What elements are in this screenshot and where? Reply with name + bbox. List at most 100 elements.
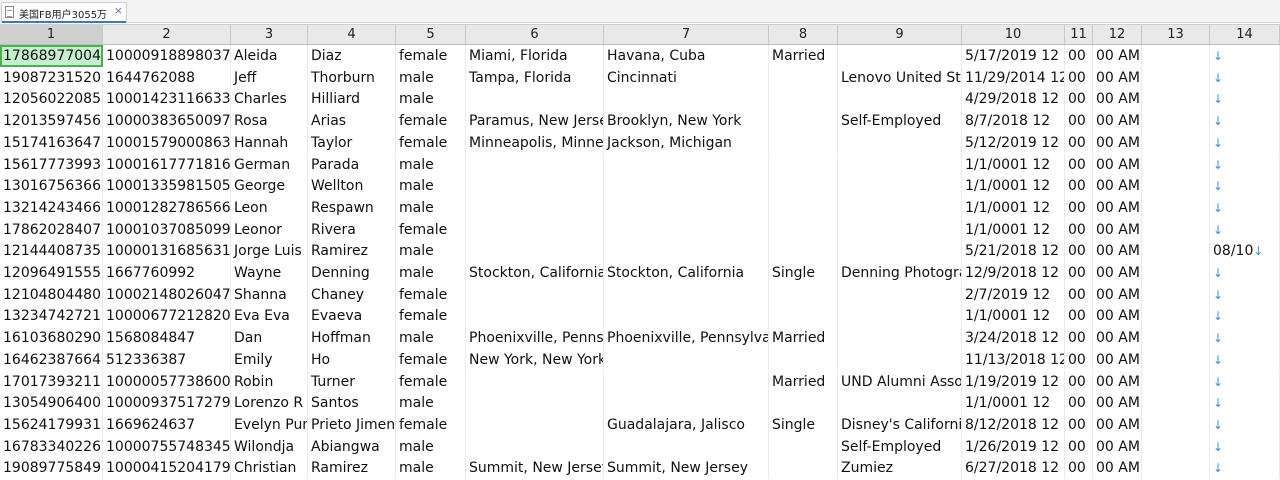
table-cell[interactable]: Dan (231, 327, 308, 349)
table-cell[interactable]: 00 (1065, 348, 1093, 371)
table-cell[interactable] (838, 305, 962, 328)
table-cell[interactable]: 2/7/2019 12 (962, 283, 1065, 306)
table-cell[interactable]: Jorge Luis (231, 240, 308, 262)
table-cell[interactable]: 00 (1065, 240, 1093, 262)
table-cell[interactable]: Denning Photography (838, 262, 962, 284)
table-cell[interactable]: 16783340226 (0, 435, 103, 458)
table-cell[interactable]: female (396, 370, 466, 393)
table-cell[interactable]: ↓ (1210, 131, 1280, 154)
table-cell[interactable]: Ramirez (308, 457, 396, 479)
table-cell[interactable]: 15617773993 (0, 153, 103, 176)
table-cell[interactable]: German (231, 153, 308, 176)
table-cell[interactable]: 00 (1065, 218, 1093, 241)
table-cell[interactable]: 00 AM (1093, 88, 1142, 111)
table-cell[interactable]: 100013359815051 (103, 175, 231, 197)
table-cell[interactable] (466, 88, 604, 111)
table-cell[interactable]: Emily (231, 348, 308, 371)
table-cell[interactable] (604, 392, 769, 414)
table-cell[interactable]: 00 (1065, 196, 1093, 219)
table-cell[interactable]: Taylor (308, 131, 396, 154)
table-cell[interactable]: Lorenzo R (231, 392, 308, 414)
table-cell[interactable]: 00 (1065, 110, 1093, 132)
table-cell[interactable]: female (396, 110, 466, 132)
table-cell[interactable] (1142, 196, 1210, 219)
table-cell[interactable]: 00 AM (1093, 153, 1142, 176)
table-cell[interactable]: 12144408735 (0, 240, 103, 262)
table-cell[interactable]: Single (769, 262, 838, 284)
table-cell[interactable]: ↓ (1210, 348, 1280, 371)
table-cell[interactable] (604, 175, 769, 197)
table-cell[interactable]: 100016177718168 (103, 153, 231, 176)
table-cell[interactable]: Stockton, California (604, 262, 769, 284)
table-cell[interactable] (1142, 262, 1210, 284)
table-cell[interactable]: Single (769, 413, 838, 436)
table-cell[interactable]: 00 (1065, 283, 1093, 306)
table-cell[interactable]: 5/17/2019 12 (962, 45, 1065, 67)
table-cell[interactable]: 00 AM (1093, 348, 1142, 371)
table-cell[interactable]: 00 AM (1093, 370, 1142, 393)
table-cell[interactable] (838, 196, 962, 219)
table-cell[interactable] (769, 283, 838, 306)
column-header-12[interactable]: 12 (1093, 25, 1142, 44)
table-cell[interactable] (466, 175, 604, 197)
table-cell[interactable]: Married (769, 45, 838, 67)
table-cell[interactable]: female (396, 305, 466, 328)
table-cell[interactable]: 08/10↓ (1210, 240, 1280, 262)
table-cell[interactable] (1142, 435, 1210, 458)
table-cell[interactable]: 12104804480 (0, 283, 103, 306)
table-cell[interactable] (838, 131, 962, 154)
table-cell[interactable] (1142, 240, 1210, 262)
table-cell[interactable] (604, 305, 769, 328)
table-cell[interactable]: Paramus, New Jersey (466, 110, 604, 132)
table-cell[interactable]: 100015790008631 (103, 131, 231, 154)
table-cell[interactable]: 00 (1065, 413, 1093, 436)
table-cell[interactable] (769, 348, 838, 371)
table-cell[interactable]: Zumiez (838, 457, 962, 479)
table-cell[interactable]: 00 AM (1093, 327, 1142, 349)
table-cell[interactable]: ↓ (1210, 457, 1280, 479)
table-cell[interactable]: ↓ (1210, 153, 1280, 176)
table-cell[interactable]: 5/12/2019 12 (962, 131, 1065, 154)
table-cell[interactable] (604, 153, 769, 176)
table-cell[interactable]: 100009188980372 (103, 45, 231, 67)
table-cell[interactable] (466, 283, 604, 306)
table-cell[interactable]: ↓ (1210, 110, 1280, 132)
table-cell[interactable] (769, 392, 838, 414)
table-cell[interactable]: 13234742721 (0, 305, 103, 328)
table-cell[interactable]: male (396, 392, 466, 414)
table-cell[interactable]: male (396, 66, 466, 89)
table-cell[interactable]: Married (769, 327, 838, 349)
table-cell[interactable]: ↓ (1210, 392, 1280, 414)
table-cell[interactable]: 13214243466 (0, 196, 103, 219)
table-cell[interactable] (466, 392, 604, 414)
table-cell[interactable] (838, 175, 962, 197)
table-cell[interactable]: 11/13/2018 12 (962, 348, 1065, 371)
table-cell[interactable]: 100004152041797 (103, 457, 231, 479)
column-header-5[interactable]: 5 (396, 25, 466, 44)
table-cell[interactable]: 3/24/2018 12 (962, 327, 1065, 349)
table-cell[interactable]: Jackson, Michigan (604, 131, 769, 154)
table-cell[interactable]: 100014231166330 (103, 88, 231, 111)
table-cell[interactable]: 100006772128206 (103, 305, 231, 328)
table-cell[interactable]: ↓ (1210, 413, 1280, 436)
table-cell[interactable]: 1/1/0001 12 (962, 218, 1065, 241)
table-cell[interactable] (604, 88, 769, 111)
table-cell[interactable]: 00 AM (1093, 175, 1142, 197)
table-cell[interactable] (838, 240, 962, 262)
table-cell[interactable]: Turner (308, 370, 396, 393)
table-cell[interactable]: Respawn (308, 196, 396, 219)
table-cell[interactable]: 00 AM (1093, 196, 1142, 219)
table-cell[interactable]: male (396, 88, 466, 111)
table-cell[interactable]: Rivera (308, 218, 396, 241)
table-cell[interactable]: 00 (1065, 88, 1093, 111)
table-cell[interactable]: Phoenixville, Pennsylvania (604, 327, 769, 349)
table-cell[interactable]: Self-Employed (838, 110, 962, 132)
table-cell[interactable]: 1/1/0001 12 (962, 305, 1065, 328)
table-cell[interactable]: 11/29/2014 12 (962, 66, 1065, 89)
table-cell[interactable]: 5/21/2018 12 (962, 240, 1065, 262)
table-cell[interactable] (604, 348, 769, 371)
table-cell[interactable]: Hoffman (308, 327, 396, 349)
table-cell[interactable]: 100001316856319 (103, 240, 231, 262)
table-cell[interactable]: male (396, 327, 466, 349)
table-cell[interactable]: 00 (1065, 175, 1093, 197)
